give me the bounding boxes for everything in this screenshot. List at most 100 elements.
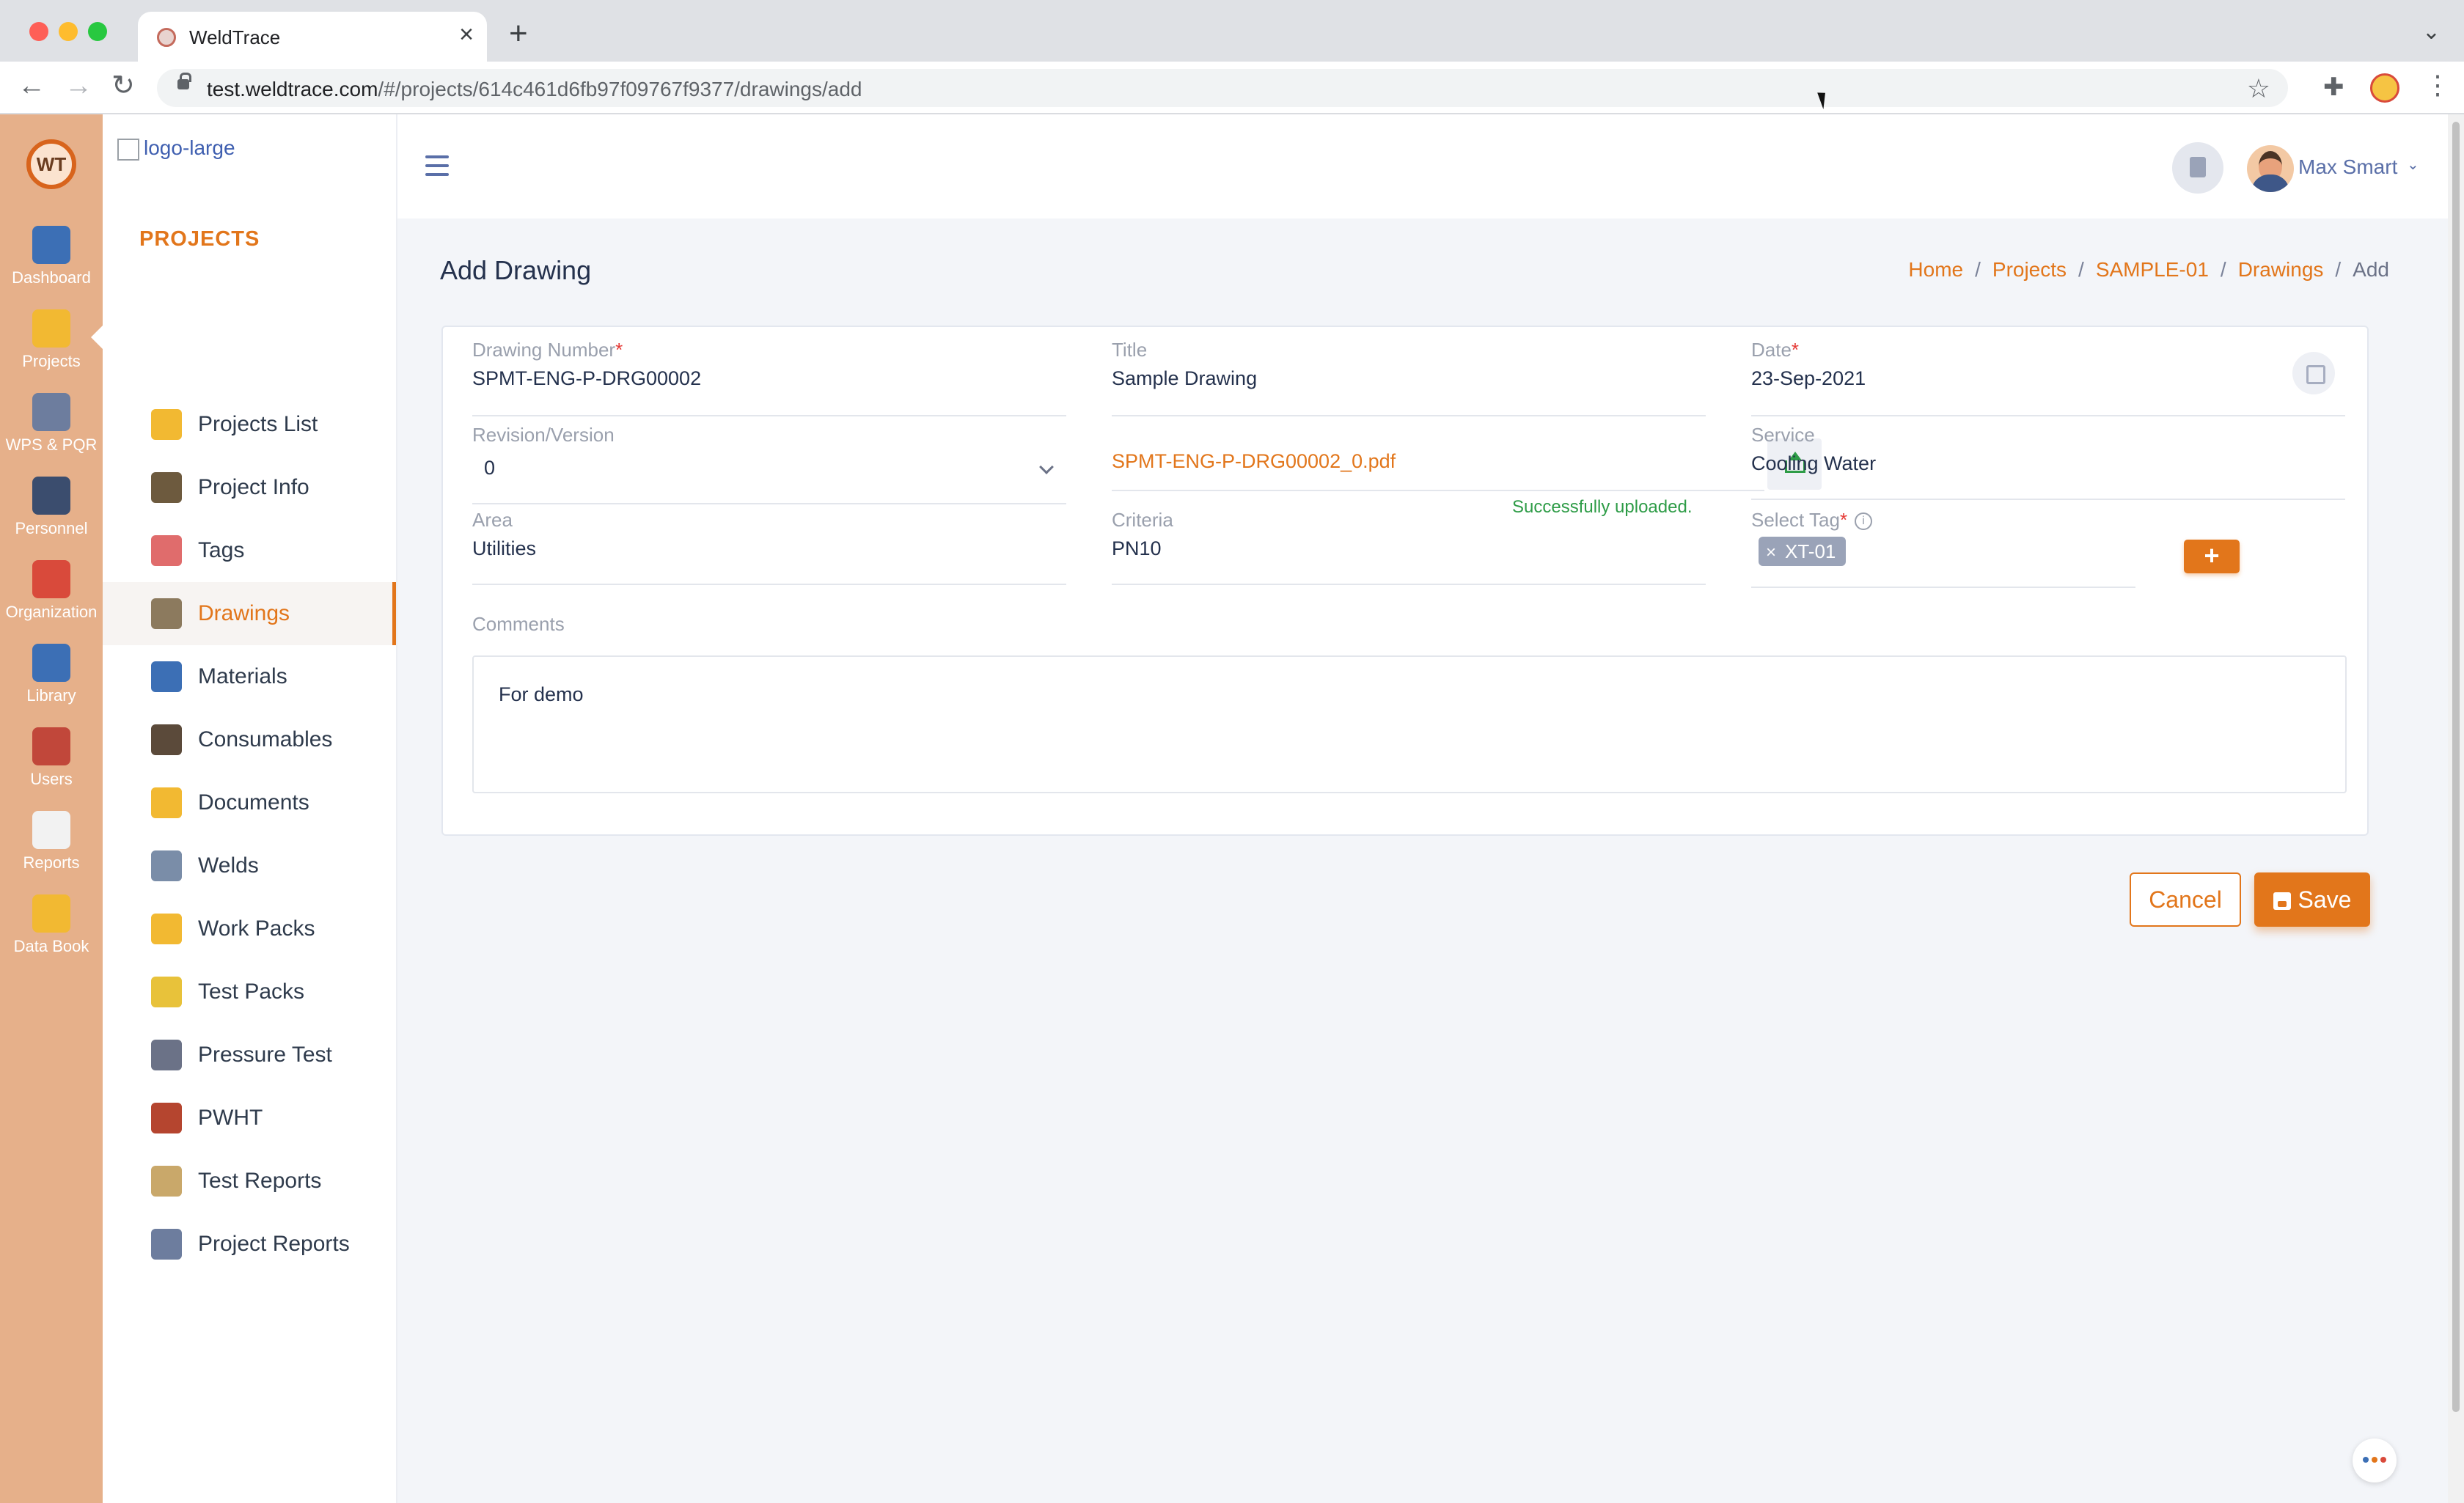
new-tab-button[interactable]: + [509,18,528,50]
logo-large-image[interactable]: logo-large [117,136,235,161]
top-header: Max Smart ⌄ [397,114,2449,218]
sidebar-item[interactable]: Drawings [103,582,396,645]
breadcrumb-home[interactable]: Home [1908,258,1963,281]
rail-item[interactable]: Organization [0,554,103,635]
window-close-button[interactable] [29,22,48,41]
window-minimize-button[interactable] [59,22,78,41]
area-field[interactable]: Area Utilities [472,509,1066,585]
extensions-puzzle-icon[interactable]: ✚ [2323,75,2344,100]
revision-select[interactable]: Revision/Version 0 [472,424,1066,504]
file-field-underline [1112,490,1764,491]
calendar-icon[interactable] [2292,352,2335,394]
drawing-number-field[interactable]: Drawing Number* SPMT-ENG-P-DRG00002 [472,339,1066,416]
sidebar-item[interactable]: Tags [103,519,396,582]
sidebar-item[interactable]: Project Reports [103,1213,396,1276]
sidebar-item[interactable]: Project Info [103,456,396,519]
date-field[interactable]: Date* 23-Sep-2021 [1751,339,2345,416]
criteria-field[interactable]: Criteria PN10 [1112,509,1706,585]
sidebar-item[interactable]: PWHT [103,1087,396,1150]
drawings-icon [151,598,182,629]
title-label: Title [1112,339,1148,361]
back-arrow-icon[interactable]: ← [18,72,45,100]
url-path: /#/projects/614c461d6fb97f09767f9377/dra… [378,78,862,100]
favicon-icon [157,28,176,47]
user-menu-chevron-icon[interactable]: ⌄ [2407,155,2419,174]
sidebar-item-label: Project Info [198,475,309,499]
reload-icon[interactable]: ↻ [111,72,135,100]
rail-item[interactable]: Projects [0,304,103,384]
uploaded-file-link[interactable]: SPMT-ENG-P-DRG00002_0.pdf [1112,450,1396,473]
comments-textarea[interactable]: For demo [472,655,2347,793]
area-input[interactable]: Utilities [472,537,1066,560]
user-name[interactable]: Max Smart [2298,155,2397,179]
tab-close-icon[interactable]: × [459,22,474,47]
drawing-number-label: Drawing Number* [472,339,623,361]
rail-item-label: Personnel [15,519,88,537]
revision-value[interactable]: 0 [472,457,1066,479]
rail-item-label: Projects [22,352,81,370]
profile-avatar-icon[interactable] [2370,73,2399,103]
service-input[interactable]: Cooling Water [1751,452,2345,475]
rail-item[interactable]: Library [0,638,103,719]
url-text[interactable]: test.weldtrace.com/#/projects/614c461d6f… [207,78,862,101]
sidebar-item[interactable]: Pressure Test [103,1024,396,1087]
sidebar-item[interactable]: Test Reports [103,1150,396,1213]
browser-tab[interactable]: WeldTrace × [138,12,487,62]
rail-item[interactable]: Users [0,721,103,802]
library-icon [32,644,70,682]
sidebar-item[interactable]: Test Packs [103,960,396,1024]
sidebar-item[interactable]: Projects List [103,393,396,456]
browser-menu-icon[interactable]: ⋮ [2424,72,2451,98]
forward-arrow-icon[interactable]: → [65,72,92,100]
select-tag-field[interactable]: Select Tag* i [1751,509,2135,588]
save-button[interactable]: Save [2254,872,2370,927]
dashboard-icon [32,226,70,264]
date-input[interactable]: 23-Sep-2021 [1751,367,2345,390]
address-bar[interactable]: test.weldtrace.com/#/projects/614c461d6f… [157,69,2288,107]
title-input[interactable]: Sample Drawing [1112,367,1706,390]
title-field[interactable]: Title Sample Drawing [1112,339,1706,416]
user-avatar[interactable] [2247,145,2294,192]
breadcrumb-separator: / [2220,258,2226,281]
sidebar-item[interactable]: Documents [103,771,396,834]
sidebar-item-label: Test Reports [198,1169,322,1193]
hamburger-menu-icon[interactable] [425,155,449,176]
bookmark-star-icon[interactable]: ☆ [2247,73,2270,104]
sidebar-item-label: Consumables [198,727,333,752]
breadcrumb-project[interactable]: SAMPLE-01 [2096,258,2209,281]
info-icon[interactable]: i [1855,512,1873,531]
sidebar-item[interactable]: Materials [103,645,396,708]
weldtrace-logo-icon[interactable]: WT [26,139,76,189]
rail-item-label: Library [26,686,76,705]
sidebar-item[interactable]: Welds [103,834,396,897]
criteria-input[interactable]: PN10 [1112,537,1706,560]
rail-item[interactable]: Reports [0,805,103,886]
rail-item[interactable]: WPS & PQR [0,387,103,468]
breadcrumb-drawings[interactable]: Drawings [2238,258,2324,281]
window-zoom-button[interactable] [88,22,107,41]
rail-item-label: Reports [23,853,80,872]
rail-item[interactable]: Data Book [0,889,103,969]
rail-item[interactable]: Personnel [0,471,103,551]
chat-widget-button[interactable] [2353,1438,2397,1482]
sidebar-item[interactable]: Work Packs [103,897,396,960]
browser-toolbar: ← → ↻ test.weldtrace.com/#/projects/614c… [0,62,2464,114]
organization-icon [32,560,70,598]
drawing-number-input[interactable]: SPMT-ENG-P-DRG00002 [472,367,1066,390]
breadcrumb-projects[interactable]: Projects [1992,258,2067,281]
date-label: Date* [1751,339,1800,361]
pwht-icon [151,1103,182,1133]
add-tag-button[interactable]: + [2184,540,2240,573]
service-field[interactable]: Service Cooling Water [1751,424,2345,500]
notes-icon[interactable] [2172,142,2223,194]
scrollbar-thumb[interactable] [2452,122,2460,1412]
lock-icon[interactable] [177,73,191,89]
chip-remove-icon[interactable]: × [1766,543,1776,562]
page-scrollbar[interactable] [2448,114,2464,1503]
sidebar-item[interactable]: Consumables [103,708,396,771]
tab-search-chevron-icon[interactable]: ⌄ [2422,19,2441,45]
rail-item[interactable]: Dashboard [0,220,103,301]
cancel-button[interactable]: Cancel [2130,872,2241,927]
breadcrumb: Home / Projects / SAMPLE-01 / Drawings / Add [1908,258,2389,282]
tag-chip[interactable]: × XT-01 [1759,537,1847,566]
